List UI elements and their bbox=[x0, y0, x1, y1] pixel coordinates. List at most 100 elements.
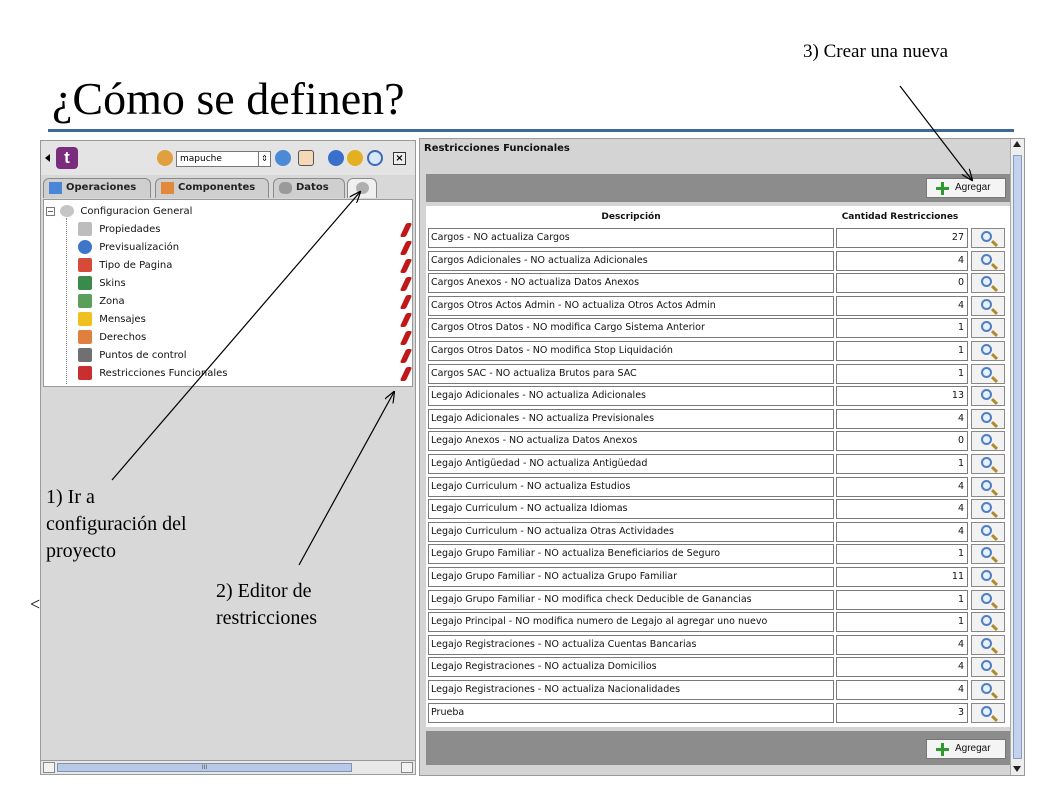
project-select[interactable]: mapuche ⇕ bbox=[176, 151, 271, 167]
row-count: 11 bbox=[836, 567, 968, 587]
restrictions-table: Descripción Cantidad Restricciones Cargo… bbox=[426, 206, 1010, 727]
tree-item-derechos[interactable]: Derechos bbox=[78, 329, 413, 347]
edit-pencil-icon[interactable] bbox=[399, 349, 413, 363]
radiation-icon[interactable] bbox=[347, 150, 363, 166]
magnifier-icon bbox=[981, 366, 992, 378]
scroll-thumb[interactable] bbox=[1013, 155, 1022, 759]
tree-item-propiedades[interactable]: Propiedades bbox=[78, 221, 413, 239]
view-row-button[interactable] bbox=[971, 499, 1005, 520]
tree-item-tipo-de-pagina[interactable]: Tipo de Pagina bbox=[78, 257, 413, 275]
magnifier-icon bbox=[981, 298, 992, 310]
scroll-down-icon[interactable] bbox=[1013, 766, 1021, 772]
view-row-button[interactable] bbox=[971, 408, 1005, 429]
row-count: 1 bbox=[836, 589, 968, 610]
add-button-top[interactable]: Agregar bbox=[926, 178, 1006, 198]
view-row-button[interactable] bbox=[971, 431, 1005, 452]
view-row-button[interactable] bbox=[971, 567, 1005, 587]
view-row-button[interactable] bbox=[971, 454, 1005, 474]
view-row-button[interactable] bbox=[971, 680, 1005, 700]
view-row-button[interactable] bbox=[971, 702, 1005, 723]
edit-pencil-icon[interactable] bbox=[399, 241, 413, 255]
tab-label: Datos bbox=[296, 182, 329, 193]
view-row-button[interactable] bbox=[971, 250, 1005, 271]
edit-pencil-icon[interactable] bbox=[399, 223, 413, 237]
project-select-value: mapuche bbox=[180, 154, 222, 164]
tree-item-label: Previsualización bbox=[99, 242, 180, 253]
edit-pencil-icon[interactable] bbox=[399, 277, 413, 291]
edit-pencil-icon[interactable] bbox=[399, 331, 413, 345]
tab-operaciones[interactable]: Operaciones bbox=[43, 178, 151, 198]
panel-title: Restricciones Funcionales bbox=[424, 143, 570, 154]
zoom-icon[interactable] bbox=[367, 150, 383, 166]
database-icon bbox=[279, 182, 292, 194]
toba-logo: t bbox=[56, 147, 78, 169]
row-count: 1 bbox=[836, 544, 968, 565]
edit-pencil-icon[interactable] bbox=[399, 367, 413, 381]
row-description: Legajo Antigüedad - NO actualiza Antigüe… bbox=[428, 454, 834, 474]
row-description: Legajo Anexos - NO actualiza Datos Anexo… bbox=[428, 431, 834, 452]
tools-icon bbox=[78, 348, 92, 362]
view-row-button[interactable] bbox=[971, 544, 1005, 565]
edit-pencil-icon[interactable] bbox=[399, 313, 413, 327]
project-icon[interactable] bbox=[157, 150, 173, 166]
tab-componentes[interactable]: Componentes bbox=[155, 178, 269, 198]
view-row-button[interactable] bbox=[971, 657, 1005, 678]
collapse-arrow-icon[interactable] bbox=[45, 154, 50, 162]
close-icon[interactable]: × bbox=[393, 152, 406, 165]
go-icon[interactable] bbox=[275, 150, 291, 166]
row-count: 1 bbox=[836, 454, 968, 474]
tree-item-previsualizacion[interactable]: Previsualización bbox=[78, 239, 413, 257]
tree-item-skins[interactable]: Skins bbox=[78, 275, 413, 293]
view-row-button[interactable] bbox=[971, 521, 1005, 542]
view-row-button[interactable] bbox=[971, 363, 1005, 384]
view-row-button[interactable] bbox=[971, 318, 1005, 339]
tree-item-restricciones-funcionales[interactable]: Restricciones Funcionales bbox=[78, 365, 413, 383]
add-button-bottom[interactable]: Agregar bbox=[926, 739, 1006, 759]
stray-caret: < bbox=[30, 594, 41, 614]
add-icon bbox=[936, 182, 949, 195]
scroll-left-button[interactable] bbox=[43, 762, 55, 773]
tree-root-item[interactable]: − Configuracion General bbox=[46, 203, 192, 221]
row-count: 0 bbox=[836, 431, 968, 452]
tab-datos[interactable]: Datos bbox=[273, 178, 345, 198]
vertical-scrollbar[interactable] bbox=[1010, 139, 1024, 775]
user-icon[interactable] bbox=[298, 150, 314, 166]
horizontal-scrollbar[interactable]: III bbox=[41, 760, 415, 774]
view-row-button[interactable] bbox=[971, 386, 1005, 407]
tree-item-zona[interactable]: Zona bbox=[78, 293, 413, 311]
tab-label: Operaciones bbox=[66, 182, 137, 193]
row-description: Cargos Otros Datos - NO modifica Cargo S… bbox=[428, 318, 834, 339]
edit-pencil-icon[interactable] bbox=[399, 295, 413, 309]
collapse-tree-icon[interactable]: − bbox=[46, 206, 55, 216]
editor-tabs: Operaciones Componentes Datos bbox=[41, 176, 415, 198]
tree-item-puntos-de-control[interactable]: Puntos de control bbox=[78, 347, 413, 365]
tree-item-label: Restricciones Funcionales bbox=[99, 368, 228, 379]
row-count: 4 bbox=[836, 250, 968, 271]
view-row-button[interactable] bbox=[971, 634, 1005, 655]
spinner-icon[interactable]: ⇕ bbox=[258, 152, 270, 166]
view-row-button[interactable] bbox=[971, 273, 1005, 294]
page-type-icon bbox=[78, 258, 92, 272]
tab-configuracion[interactable] bbox=[347, 178, 377, 198]
scroll-right-button[interactable] bbox=[401, 762, 413, 773]
tree-item-label: Tipo de Pagina bbox=[99, 260, 173, 271]
view-row-button[interactable] bbox=[971, 476, 1005, 497]
view-row-button[interactable] bbox=[971, 612, 1005, 633]
row-description: Cargos - NO actualiza Cargos bbox=[428, 228, 834, 248]
view-row-button[interactable] bbox=[971, 228, 1005, 248]
edit-pencil-icon[interactable] bbox=[399, 259, 413, 273]
annotation-step-3: 3) Crear una nueva bbox=[803, 41, 949, 62]
help-icon[interactable] bbox=[328, 150, 344, 166]
view-row-button[interactable] bbox=[971, 341, 1005, 361]
row-count: 1 bbox=[836, 363, 968, 384]
tree-item-mensajes[interactable]: Mensajes bbox=[78, 311, 413, 329]
magnifier-icon bbox=[981, 502, 992, 514]
magnifier-icon bbox=[981, 457, 992, 468]
scroll-up-icon[interactable] bbox=[1013, 141, 1021, 147]
wrench-icon bbox=[356, 182, 369, 194]
scroll-thumb[interactable]: III bbox=[57, 763, 352, 772]
row-count: 27 bbox=[836, 228, 968, 248]
view-row-button[interactable] bbox=[971, 589, 1005, 610]
view-row-button[interactable] bbox=[971, 295, 1005, 316]
magnifier-icon bbox=[981, 411, 992, 423]
